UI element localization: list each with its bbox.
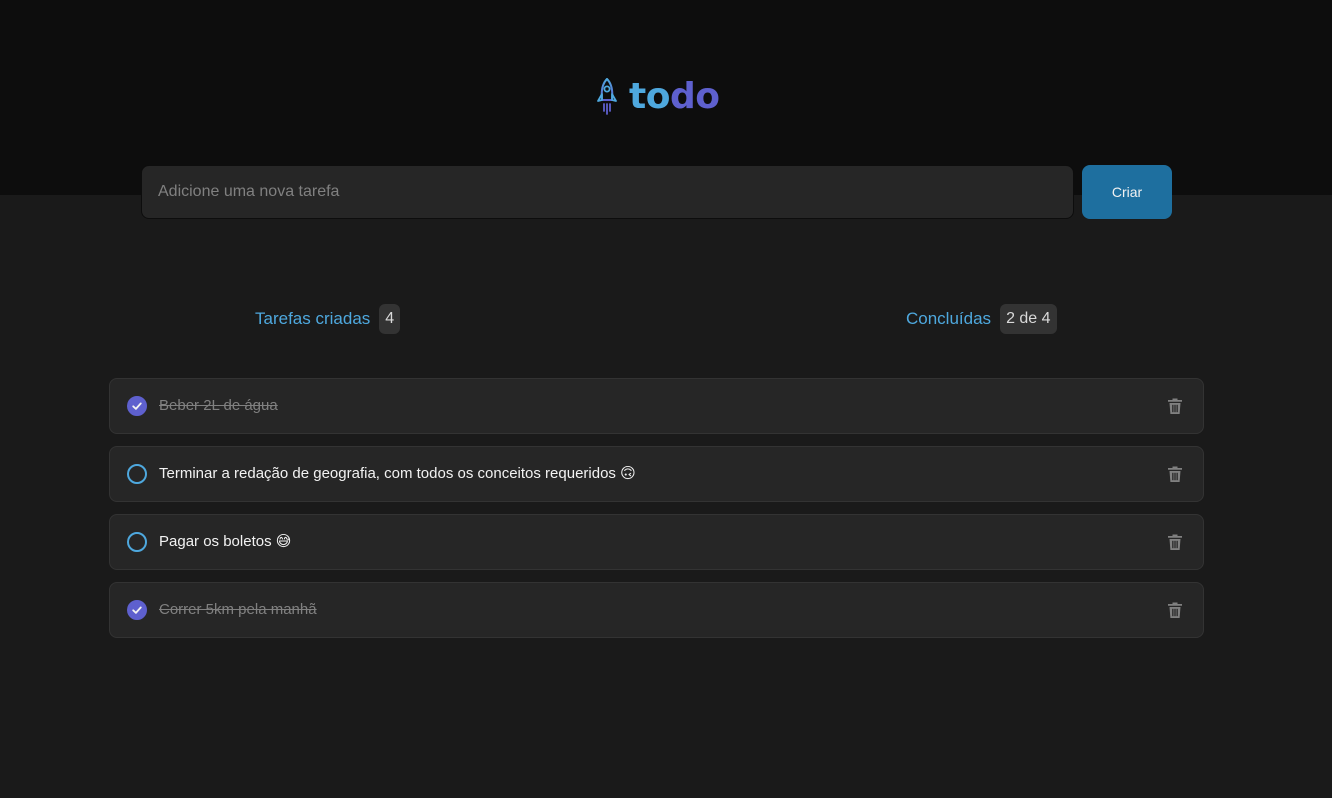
task-checkbox[interactable] [127,600,147,620]
task-item: Pagar os boletos 😅 [109,514,1204,570]
trash-icon [1168,466,1182,482]
rocket-icon [597,78,617,115]
delete-task-button[interactable] [1165,532,1185,552]
task-text: Pagar os boletos 😅 [159,533,292,550]
task-checkbox[interactable] [127,532,147,552]
logo-text: todo [629,76,720,118]
created-tasks-count: 4 [379,304,401,334]
task-item: Beber 2L de água [109,378,1204,434]
completed-tasks-label: Concluídas [906,309,992,328]
app-logo: todo [595,76,720,118]
created-tasks-label: Tarefas criadas [255,309,371,328]
task-text: Beber 2L de água [159,397,278,414]
delete-task-button[interactable] [1165,464,1185,484]
trash-icon [1168,534,1182,550]
created-tasks-counter: Tarefas criadas 4 [255,304,401,334]
task-list: Beber 2L de água Terminar a redação de g… [109,378,1204,650]
new-task-input[interactable] [141,165,1074,219]
task-checkbox[interactable] [127,464,147,484]
trash-icon [1168,398,1182,414]
logo-text-do: do [669,76,720,117]
task-item: Terminar a redação de geografia, com tod… [109,446,1204,502]
completed-tasks-counter: Concluídas 2 de 4 [906,304,1057,334]
delete-task-button[interactable] [1165,396,1185,416]
task-text: Terminar a redação de geografia, com tod… [159,465,636,482]
task-item: Correr 5km pela manhã [109,582,1204,638]
check-icon [132,402,142,410]
check-icon [132,606,142,614]
task-checkbox[interactable] [127,396,147,416]
delete-task-button[interactable] [1165,600,1185,620]
task-text: Correr 5km pela manhã [159,601,317,618]
completed-tasks-count: 2 de 4 [1000,304,1057,334]
logo-text-to: to [629,76,670,117]
trash-icon [1168,602,1182,618]
create-task-button[interactable]: Criar [1082,165,1172,219]
